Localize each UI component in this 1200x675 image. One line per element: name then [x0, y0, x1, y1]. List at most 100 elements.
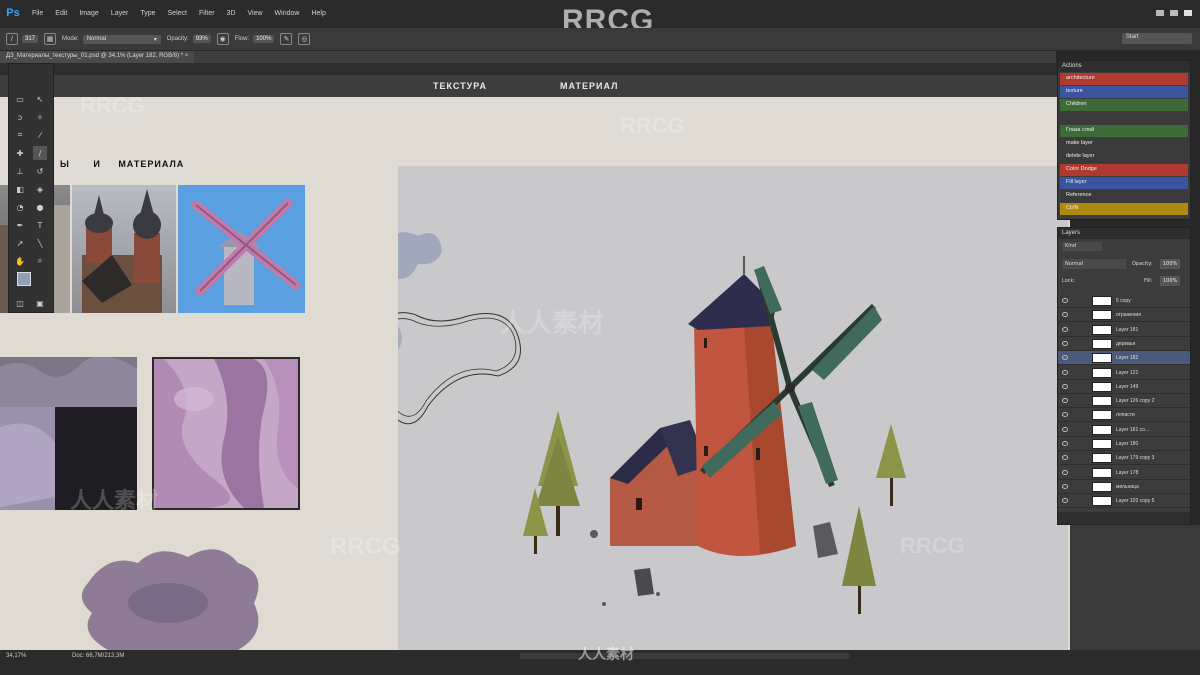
brush-tool-icon[interactable]: / — [33, 146, 47, 160]
action-button[interactable]: architecture — [1060, 73, 1188, 85]
action-button[interactable]: CtrlN — [1060, 203, 1188, 215]
blend-mode-select[interactable]: Normal — [1062, 259, 1126, 269]
layer-name: Layer 182 — [1116, 355, 1139, 362]
bucket-icon[interactable]: ◈ — [33, 182, 47, 196]
layer-row[interactable]: Layer 182 — [1058, 351, 1190, 366]
flow-field[interactable]: 100% — [253, 35, 275, 43]
restore-icon[interactable] — [1170, 10, 1178, 16]
doc-size-info[interactable]: Doc: 66,7M/213,3M — [72, 653, 124, 659]
canvas[interactable]: ТЕКСТУРА МАТЕРИАЛ Ы И МАТЕРИАЛА RRCG 人人素… — [0, 63, 1070, 650]
layer-row[interactable]: Layer 178 — [1058, 466, 1190, 480]
layer-row[interactable]: деревья — [1058, 337, 1190, 351]
visibility-eye-icon[interactable] — [1062, 326, 1068, 332]
marquee-tool-icon[interactable]: ▭ — [13, 92, 27, 106]
action-button[interactable]: delete layer — [1060, 151, 1188, 163]
menu-layer[interactable]: Layer — [105, 10, 135, 17]
crop-tool-icon[interactable]: ⌗ — [13, 128, 27, 142]
move-tool-icon[interactable]: ↖ — [33, 92, 47, 106]
layer-row[interactable]: Layer 126 copy 2 — [1058, 394, 1190, 409]
history-brush-icon[interactable]: ↺ — [33, 164, 47, 178]
menu-filter[interactable]: Filter — [193, 10, 221, 17]
eyedropper-icon[interactable]: ⁄ — [33, 128, 47, 142]
menu-window[interactable]: Window — [269, 10, 306, 17]
brush-size-field[interactable]: 317 — [22, 35, 39, 43]
menu-select[interactable]: Select — [162, 10, 193, 17]
blur-tool-icon[interactable]: ◔ — [13, 200, 27, 214]
lasso-tool-icon[interactable]: ↄ — [13, 110, 27, 124]
minimize-icon[interactable] — [1156, 10, 1164, 16]
close-icon[interactable] — [1184, 10, 1192, 16]
quick-mask-icon[interactable]: ◫ — [13, 296, 27, 310]
layer-filter-select[interactable]: Kind — [1062, 242, 1102, 251]
airbrush-icon[interactable]: ✎ — [280, 33, 293, 45]
action-button[interactable]: Fill layer — [1060, 177, 1188, 189]
fill-field[interactable]: 100% — [1160, 276, 1181, 286]
action-button[interactable] — [1060, 112, 1188, 124]
foreground-color-swatch[interactable] — [17, 272, 31, 286]
visibility-eye-icon[interactable] — [1062, 355, 1068, 361]
visibility-eye-icon[interactable] — [1062, 298, 1068, 303]
layer-row[interactable]: Layer 121 — [1058, 366, 1190, 380]
zoom-tool-icon[interactable]: ⌕ — [33, 254, 47, 268]
visibility-eye-icon[interactable] — [1062, 383, 1068, 389]
action-button[interactable]: make layer — [1060, 138, 1188, 150]
menu-file[interactable]: File — [26, 10, 49, 17]
mode-select[interactable]: Normal ▾ — [82, 34, 161, 44]
tab-close-icon[interactable]: × — [185, 53, 189, 59]
layer-row[interactable]: лопасти — [1058, 408, 1190, 423]
horizontal-scrollbar[interactable] — [520, 653, 850, 659]
layer-row[interactable]: Layer 180 — [1058, 437, 1190, 451]
visibility-eye-icon[interactable] — [1062, 441, 1068, 446]
visibility-eye-icon[interactable] — [1062, 398, 1068, 404]
stamp-tool-icon[interactable]: ⊥ — [13, 164, 27, 178]
hand-tool-icon[interactable]: ✋ — [13, 254, 27, 268]
menu-edit[interactable]: Edit — [49, 10, 73, 17]
layer-row[interactable]: отражения — [1058, 308, 1190, 323]
visibility-eye-icon[interactable] — [1062, 312, 1068, 318]
visibility-eye-icon[interactable] — [1062, 483, 1068, 489]
layer-name: деревья — [1116, 340, 1136, 347]
layer-row[interactable]: мельница — [1058, 480, 1190, 494]
layer-row[interactable]: Layer 149 — [1058, 380, 1190, 394]
pressure-opacity-icon[interactable]: ◉ — [216, 33, 229, 45]
menu-type[interactable]: Type — [134, 10, 161, 17]
document-tab[interactable]: ДЗ_Материалы_текстуры_01.psd @ 34,1% (La… — [0, 51, 195, 63]
opacity-field[interactable]: 93% — [192, 35, 211, 43]
menu-image[interactable]: Image — [73, 10, 104, 17]
menu-view[interactable]: View — [242, 10, 269, 17]
layer-row[interactable]: Layer 103 copy 5 — [1058, 494, 1190, 509]
pen-tool-icon[interactable]: ✒ — [13, 218, 27, 232]
zoom-level[interactable]: 34,17% — [6, 653, 26, 659]
layer-opacity-field[interactable]: 100% — [1160, 259, 1181, 269]
brush-panel-icon[interactable]: ▦ — [44, 33, 57, 45]
pressure-size-icon[interactable]: ◎ — [298, 33, 311, 45]
action-button[interactable]: texture — [1060, 86, 1188, 98]
path-select-icon[interactable]: ↗ — [13, 236, 27, 250]
menu-3d[interactable]: 3D — [221, 10, 242, 17]
healing-brush-icon[interactable]: ✚ — [13, 146, 27, 160]
action-button[interactable]: Children — [1060, 99, 1188, 111]
menu-help[interactable]: Help — [305, 10, 331, 17]
eraser-icon[interactable]: ◧ — [13, 182, 27, 196]
visibility-eye-icon[interactable] — [1062, 455, 1068, 461]
action-button[interactable]: Color Dodge — [1060, 164, 1188, 176]
visibility-eye-icon[interactable] — [1062, 469, 1068, 475]
line-tool-icon[interactable]: ╲ — [33, 236, 47, 250]
workspace-field[interactable]: Start — [1122, 33, 1192, 44]
brush-tool-icon[interactable]: / — [6, 33, 18, 45]
quick-select-icon[interactable]: ✧ — [33, 110, 47, 124]
action-button[interactable]: Глаза слой — [1060, 125, 1188, 137]
dodge-tool-icon[interactable]: ● — [33, 200, 47, 214]
visibility-eye-icon[interactable] — [1062, 498, 1068, 504]
visibility-eye-icon[interactable] — [1062, 412, 1068, 418]
layer-row[interactable]: Layer 179 copy 3 — [1058, 451, 1190, 466]
type-tool-icon[interactable]: T — [33, 218, 47, 232]
layer-row[interactable]: Layer 181 — [1058, 323, 1190, 337]
layer-row[interactable]: Layer 181 co... — [1058, 423, 1190, 437]
visibility-eye-icon[interactable] — [1062, 369, 1068, 375]
action-button[interactable]: Reference — [1060, 190, 1188, 202]
visibility-eye-icon[interactable] — [1062, 340, 1068, 346]
screen-mode-icon[interactable]: ▣ — [33, 296, 47, 310]
layer-row[interactable]: 5 copy — [1058, 294, 1190, 308]
visibility-eye-icon[interactable] — [1062, 426, 1068, 432]
